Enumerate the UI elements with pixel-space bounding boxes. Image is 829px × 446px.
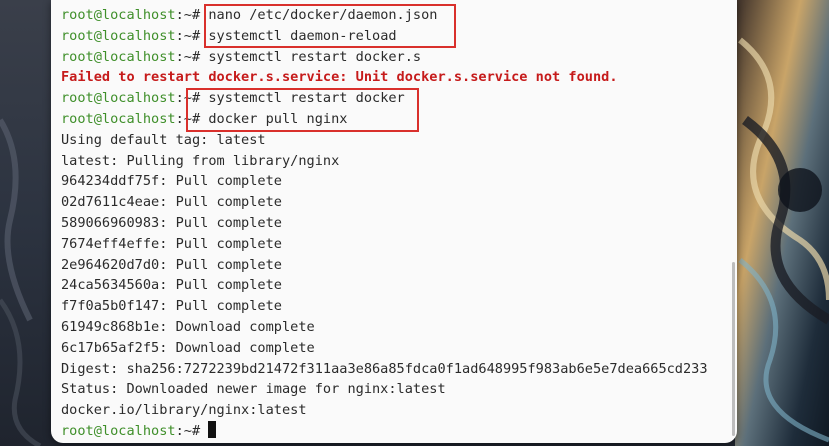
terminal-command-line: root@localhost:~# [61,420,708,442]
terminal-output-line: latest: Pulling from library/nginx [61,151,708,172]
terminal-output: root@localhost:~# nano /etc/docker/daemo… [61,5,708,442]
prompt-path: :~# [175,48,201,65]
output-text: 7674eff4effe: Pull complete [61,235,282,252]
terminal-output-line: docker.io/library/nginx:latest [61,400,708,421]
terminal-scrollbar[interactable] [732,262,735,436]
output-text: 24ca5634560a: Pull complete [61,277,282,294]
prompt-user: root@localhost [61,7,176,23]
terminal-command-line: root@localhost:~# nano /etc/docker/daemo… [61,5,708,26]
output-text: Status: Downloaded newer image for nginx… [61,381,446,398]
terminal-output-line: 2e964620d7d0: Pull complete [61,255,708,276]
terminal-output-line: Digest: sha256:7272239bd21472f311aa3e86a… [61,359,708,380]
output-text: f7f0a5b0f147: Pull complete [61,298,282,315]
output-text: Digest: sha256:7272239bd21472f311aa3e86a… [61,360,708,377]
command-text [200,423,208,439]
command-text: systemctl restart docker [200,90,405,107]
terminal-command-line: root@localhost:~# systemctl restart dock… [61,88,708,109]
terminal-output-line: 6c17b65af2f5: Download complete [61,338,708,359]
prompt-path: :~# [175,110,201,127]
output-text: 02d7611c4eae: Pull complete [61,194,282,211]
output-text: 964234ddf75f: Pull complete [61,173,282,190]
prompt-user: root@localhost [61,110,176,127]
terminal-output-line: 964234ddf75f: Pull complete [61,171,708,192]
output-text: 589066960983: Pull complete [61,214,282,231]
terminal-output-line: 02d7611c4eae: Pull complete [61,192,708,213]
prompt-path: :~# [175,27,201,44]
output-text: docker.io/library/nginx:latest [61,402,307,419]
output-text: Using default tag: latest [61,131,266,148]
prompt-path: :~# [175,7,201,23]
command-text: systemctl daemon-reload [200,27,397,44]
terminal-command-line: root@localhost:~# systemctl daemon-reloa… [61,26,708,47]
output-text: 2e964620d7d0: Pull complete [61,256,282,273]
terminal-output-line: Status: Downloaded newer image for nginx… [61,379,708,400]
command-text: docker pull nginx [200,110,348,127]
terminal-output-line: f7f0a5b0f147: Pull complete [61,296,708,317]
command-text: nano /etc/docker/daemon.json [200,7,438,23]
prompt-user: root@localhost [61,90,176,107]
prompt-user: root@localhost [61,27,176,44]
terminal-output-line: Using default tag: latest [61,130,708,151]
terminal-command-line: root@localhost:~# systemctl restart dock… [61,47,708,68]
prompt-user: root@localhost [61,48,176,65]
command-text: systemctl restart docker.s [200,48,422,65]
terminal-error-line: Failed to restart docker.s.service: Unit… [61,67,708,88]
text-cursor [208,420,217,438]
output-text: 6c17b65af2f5: Download complete [61,339,315,356]
terminal-output-line: 24ca5634560a: Pull complete [61,275,708,296]
prompt-user: root@localhost [61,422,176,439]
output-text: latest: Pulling from library/nginx [61,152,340,169]
terminal-output-line: 589066960983: Pull complete [61,213,708,234]
prompt-path: :~# [175,422,201,439]
terminal-command-line: root@localhost:~# docker pull nginx [61,109,708,130]
output-text: 61949c868b1e: Download complete [61,318,315,335]
terminal-output-line: 61949c868b1e: Download complete [61,317,708,338]
prompt-path: :~# [175,90,201,107]
terminal-output-line: 7674eff4effe: Pull complete [61,234,708,255]
error-message: Failed to restart docker.s.service: Unit… [61,69,618,86]
terminal-window[interactable]: root@localhost:~# nano /etc/docker/daemo… [51,0,737,443]
